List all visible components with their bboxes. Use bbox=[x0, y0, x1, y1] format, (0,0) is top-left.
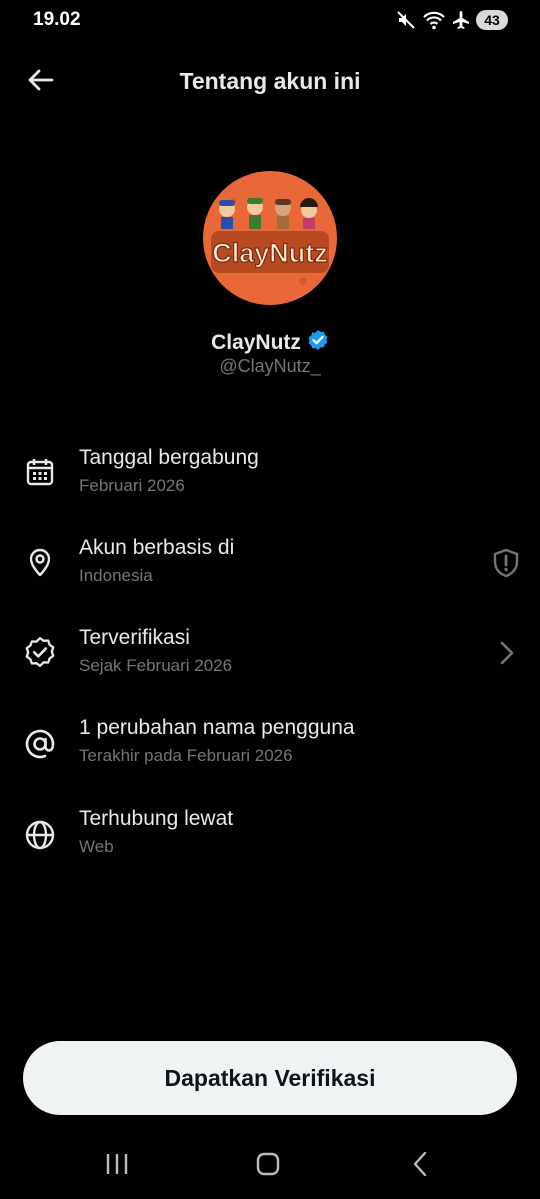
get-verified-button[interactable]: Dapatkan Verifikasi bbox=[23, 1041, 517, 1115]
status-bar: 19.02 43 bbox=[0, 0, 540, 40]
info-subtitle: Februari 2026 bbox=[79, 476, 185, 495]
info-item-verified[interactable]: Terverifikasi Sejak Februari 2026 bbox=[0, 626, 540, 706]
avatar[interactable]: ClayNutz bbox=[203, 171, 337, 305]
location-pin-icon bbox=[22, 544, 58, 580]
home-icon[interactable] bbox=[248, 1148, 288, 1180]
display-name: ClayNutz bbox=[211, 330, 301, 354]
info-title: 1 perubahan nama pengguna bbox=[79, 716, 355, 739]
mute-icon bbox=[396, 10, 416, 30]
display-name-row: ClayNutz bbox=[0, 329, 540, 356]
info-subtitle: Sejak Februari 2026 bbox=[79, 656, 233, 675]
status-icons: 43 bbox=[396, 8, 508, 32]
info-subtitle: Web bbox=[79, 837, 114, 856]
wifi-icon bbox=[422, 10, 446, 30]
chevron-right-icon[interactable] bbox=[490, 635, 522, 671]
verified-check-icon bbox=[22, 634, 58, 670]
info-title: Akun berbasis di bbox=[79, 536, 235, 559]
avatar-logo-text: ClayNutz bbox=[212, 238, 328, 268]
verified-badge-icon bbox=[307, 329, 329, 356]
airplane-icon bbox=[452, 10, 470, 30]
info-title: Terverifikasi bbox=[79, 626, 190, 649]
info-title: Tanggal bergabung bbox=[79, 446, 259, 469]
info-title: Terhubung lewat bbox=[79, 807, 234, 830]
info-item-username-changes: 1 perubahan nama pengguna Terakhir pada … bbox=[0, 716, 540, 796]
shield-alert-icon[interactable] bbox=[490, 545, 522, 581]
page-title: Tentang akun ini bbox=[179, 68, 361, 94]
globe-icon bbox=[22, 817, 58, 853]
info-subtitle: Indonesia bbox=[79, 566, 153, 585]
info-item-based-in: Akun berbasis di Indonesia bbox=[0, 536, 540, 616]
handle: @ClayNutz_ bbox=[219, 356, 321, 376]
back-icon[interactable] bbox=[400, 1148, 440, 1180]
calendar-icon bbox=[22, 454, 58, 490]
recents-icon[interactable] bbox=[97, 1148, 137, 1180]
navigation-bar bbox=[0, 1134, 540, 1194]
at-sign-icon bbox=[22, 726, 58, 762]
status-time: 19.02 bbox=[33, 9, 81, 30]
info-item-join-date: Tanggal bergabung Februari 2026 bbox=[0, 446, 540, 526]
battery-icon: 43 bbox=[476, 10, 508, 30]
info-item-connected-via: Terhubung lewat Web bbox=[0, 807, 540, 887]
header: Tentang akun ini bbox=[0, 56, 540, 108]
info-subtitle: Terakhir pada Februari 2026 bbox=[79, 746, 293, 765]
